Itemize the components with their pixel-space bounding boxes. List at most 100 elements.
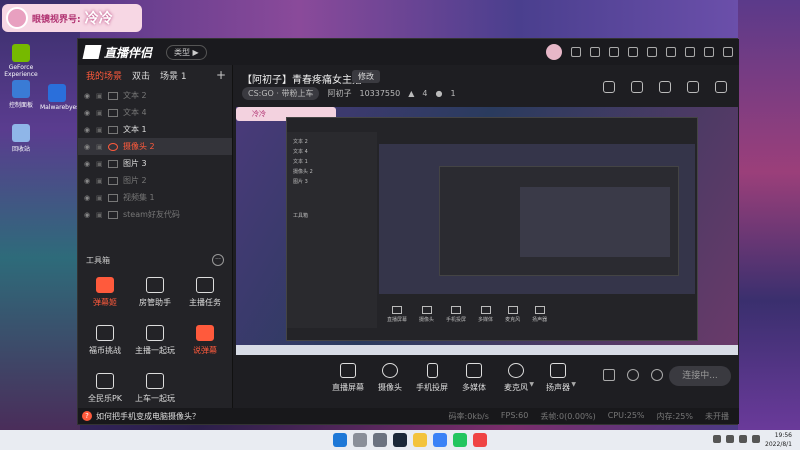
preview-nested-capture-3 bbox=[520, 187, 670, 257]
image-icon bbox=[108, 176, 118, 185]
eye-icon[interactable]: ◉ bbox=[84, 126, 93, 134]
chevron-down-icon[interactable]: ▼ bbox=[529, 381, 534, 388]
eye-icon[interactable]: ◉ bbox=[84, 109, 93, 117]
stream-stats: 码率:0kb/s FPS:60 丢帧:0(0.00%) CPU:25% 内存:2… bbox=[449, 411, 729, 422]
car-icon bbox=[146, 373, 164, 389]
system-clock[interactable]: 19:56 2022/8/1 bbox=[765, 431, 792, 449]
volume-icon[interactable] bbox=[739, 435, 747, 443]
lock-icon[interactable]: ▣ bbox=[96, 143, 108, 151]
close-icon[interactable] bbox=[723, 47, 733, 57]
tool-danmaku[interactable]: 弹幕姬 bbox=[80, 277, 130, 308]
eye-icon[interactable] bbox=[627, 369, 639, 381]
desktop-icon-recycle-bin[interactable]: 回收站 bbox=[4, 124, 38, 153]
user-avatar[interactable] bbox=[546, 44, 562, 60]
tool-room-manager[interactable]: 房管助手 bbox=[130, 277, 180, 308]
source-item[interactable]: ◉ ▣ 图片 3 bbox=[78, 155, 232, 172]
message-icon[interactable] bbox=[609, 47, 619, 57]
app-red-icon[interactable] bbox=[473, 433, 487, 447]
record-icon[interactable] bbox=[603, 369, 615, 381]
tool-challenge[interactable]: 福币挑战 bbox=[80, 325, 130, 356]
lock-icon[interactable]: ▣ bbox=[96, 211, 108, 219]
more-icon[interactable]: ··· bbox=[212, 254, 224, 266]
gear-icon[interactable] bbox=[651, 369, 663, 381]
source-list: ◉ ▣ 文本 2 ◉ ▣ 文本 4 ◉ ▣ 文本 1 ◉ ▣ 摄像头 2 ◉ ▣ 图片 3 ◉ ▣ 图片… bbox=[78, 87, 232, 223]
desktop-wallpaper-top bbox=[80, 0, 738, 38]
edit-title-button[interactable]: 修改 bbox=[352, 70, 380, 83]
tool-pk[interactable]: 全民乐PK bbox=[80, 373, 130, 404]
tool-streamer-tasks[interactable]: 主播任务 bbox=[180, 277, 230, 308]
overlay-label: 眼镜视界号: bbox=[32, 14, 81, 25]
lock-icon[interactable]: ▣ bbox=[96, 109, 108, 117]
browser-icon[interactable] bbox=[433, 433, 447, 447]
game-category[interactable]: CS:GO · 带粉上车 bbox=[242, 87, 320, 100]
search-icon[interactable] bbox=[353, 433, 367, 447]
steam-icon[interactable] bbox=[393, 433, 407, 447]
tool-ride-together[interactable]: 上车一起玩 bbox=[130, 373, 180, 404]
source-item[interactable]: ◉ ▣ steam好友代码 bbox=[78, 206, 232, 223]
malwarebytes-icon bbox=[48, 84, 66, 102]
tab-double-click[interactable]: 双击 bbox=[132, 69, 150, 82]
calendar-icon[interactable] bbox=[659, 81, 671, 93]
eye-icon[interactable]: ◉ bbox=[84, 160, 93, 168]
mail-icon[interactable] bbox=[628, 47, 638, 57]
eye-icon[interactable]: ◉ bbox=[84, 211, 93, 219]
task-view-icon[interactable] bbox=[373, 433, 387, 447]
source-item[interactable]: ◉ ▣ 文本 4 bbox=[78, 104, 232, 121]
tab-my-scenes[interactable]: 我的场景 bbox=[86, 69, 122, 82]
source-item[interactable]: ◉ ▣ 图片 2 bbox=[78, 172, 232, 189]
gift-icon bbox=[96, 325, 114, 341]
help-link[interactable]: 如何把手机变成电脑摄像头？ bbox=[96, 411, 200, 422]
desktop-icon-malwarebytes[interactable]: Malwarebyes bbox=[40, 84, 79, 111]
source-item-selected[interactable]: ◉ ▣ 摄像头 2 bbox=[78, 138, 232, 155]
menu-icon[interactable] bbox=[666, 47, 676, 57]
stream-preview[interactable]: 冷冷 文本 2 文本 4 文本 1 摄像头 2 图片 3 工具箱 直播屏幕 摄像… bbox=[236, 107, 738, 355]
eye-icon[interactable]: ◉ bbox=[84, 143, 93, 151]
go-live-button[interactable]: 连接中... bbox=[669, 366, 731, 386]
add-scene-button[interactable]: + bbox=[216, 68, 226, 82]
input-method-icon[interactable] bbox=[752, 435, 760, 443]
windows-start-icon[interactable] bbox=[333, 433, 347, 447]
play-icon bbox=[466, 363, 482, 378]
phone-cast-button[interactable]: 手机投屏 bbox=[410, 363, 454, 393]
eye-icon[interactable]: ◉ bbox=[84, 194, 93, 202]
viewers-icon: ● bbox=[435, 89, 443, 98]
eye-icon[interactable]: ◉ bbox=[84, 92, 93, 100]
microphone-button[interactable]: 麦克风 ▼ bbox=[494, 363, 538, 393]
speaker-button[interactable]: 扬声器 ▼ bbox=[536, 363, 580, 393]
type-button[interactable]: 类型 ▶ bbox=[166, 44, 207, 60]
source-item[interactable]: ◉ ▣ 视频集 1 bbox=[78, 189, 232, 206]
lock-icon[interactable]: ▣ bbox=[96, 92, 108, 100]
chevron-down-icon[interactable]: ▼ bbox=[571, 381, 576, 388]
source-item[interactable]: ◉ ▣ 文本 2 bbox=[78, 87, 232, 104]
bell-icon[interactable] bbox=[687, 81, 699, 93]
tool-speak-danmaku[interactable]: 说弹幕 bbox=[180, 325, 230, 356]
headset-icon[interactable] bbox=[571, 47, 581, 57]
desktop-icon-geforce[interactable]: GeForce Experience bbox=[4, 44, 38, 78]
lock-icon[interactable]: ▣ bbox=[96, 126, 108, 134]
lock-icon[interactable]: ▣ bbox=[96, 160, 108, 168]
share-icon[interactable] bbox=[715, 81, 727, 93]
preview-left-panel: 文本 2 文本 4 文本 1 摄像头 2 图片 3 工具箱 bbox=[287, 132, 377, 328]
gift-icon[interactable] bbox=[603, 81, 615, 93]
tool-play-together[interactable]: 主播一起玩 bbox=[130, 325, 180, 356]
lock-icon[interactable] bbox=[631, 81, 643, 93]
maximize-icon[interactable] bbox=[704, 47, 714, 57]
chevron-up-icon[interactable] bbox=[713, 435, 721, 443]
lock-icon[interactable]: ▣ bbox=[96, 177, 108, 185]
folder-icon[interactable] bbox=[413, 433, 427, 447]
tab-scene-1[interactable]: 场景 1 bbox=[160, 69, 187, 82]
source-item[interactable]: ◉ ▣ 文本 1 bbox=[78, 121, 232, 138]
multimedia-button[interactable]: 多媒体 bbox=[452, 363, 496, 393]
screen-capture-button[interactable]: 直播屏幕 bbox=[326, 363, 370, 393]
camera-button[interactable]: 摄像头 bbox=[368, 363, 412, 393]
shirt-icon[interactable] bbox=[647, 47, 657, 57]
video-icon bbox=[108, 193, 118, 202]
desktop-icon-control-panel[interactable]: 控制面板 bbox=[4, 80, 38, 109]
lock-icon[interactable]: ▣ bbox=[96, 194, 108, 202]
network-icon[interactable] bbox=[726, 435, 734, 443]
eye-icon[interactable]: ◉ bbox=[84, 177, 93, 185]
minimize-icon[interactable] bbox=[685, 47, 695, 57]
settings-icon[interactable] bbox=[590, 47, 600, 57]
preview-taskbar bbox=[236, 345, 738, 355]
app-green-icon[interactable] bbox=[453, 433, 467, 447]
